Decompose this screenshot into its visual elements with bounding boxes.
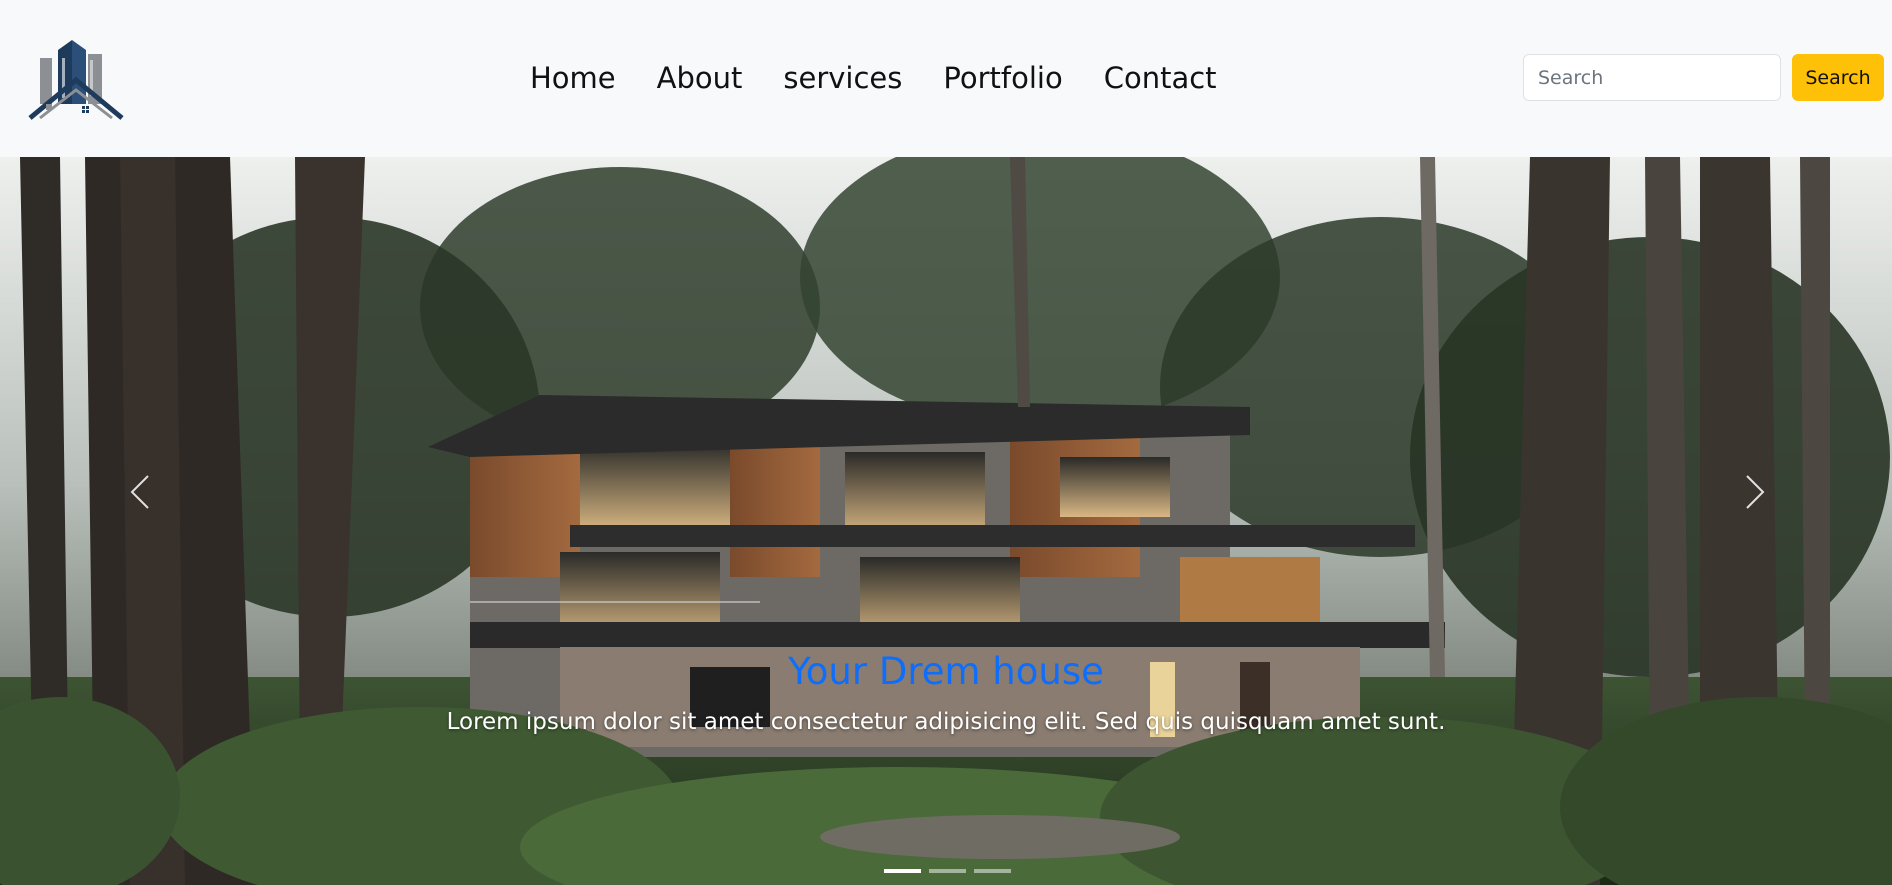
search-input[interactable]: [1523, 54, 1781, 101]
nav-link-about[interactable]: About: [657, 56, 743, 100]
nav-link-services[interactable]: services: [783, 56, 902, 100]
hero-text: Lorem ipsum dolor sit amet consectetur a…: [446, 709, 1446, 735]
carousel-indicators: [884, 869, 1011, 873]
hero-title: Your Drem house: [788, 650, 1104, 693]
building-house-logo-icon: [28, 40, 124, 120]
nav-link-home[interactable]: Home: [530, 56, 616, 100]
carousel-indicator-2[interactable]: [929, 869, 966, 873]
carousel-prev-button[interactable]: [110, 457, 170, 527]
nav-links: Home About services Portfolio Contact: [530, 56, 1217, 100]
carousel-next-button[interactable]: [1725, 457, 1785, 527]
carousel-indicator-1[interactable]: [884, 869, 921, 873]
hero-image: [0, 157, 1892, 885]
chevron-left-icon: [130, 475, 149, 509]
nav-link-contact[interactable]: Contact: [1104, 56, 1217, 100]
search-form: Search: [1523, 54, 1884, 101]
hero-carousel: Your Drem house Lorem ipsum dolor sit am…: [0, 157, 1892, 885]
brand-logo[interactable]: [28, 36, 124, 120]
nav-link-portfolio[interactable]: Portfolio: [943, 56, 1062, 100]
search-button[interactable]: Search: [1792, 54, 1884, 101]
carousel-indicator-3[interactable]: [974, 869, 1011, 873]
navbar: Home About services Portfolio Contact Se…: [0, 0, 1892, 157]
chevron-right-icon: [1746, 475, 1765, 509]
